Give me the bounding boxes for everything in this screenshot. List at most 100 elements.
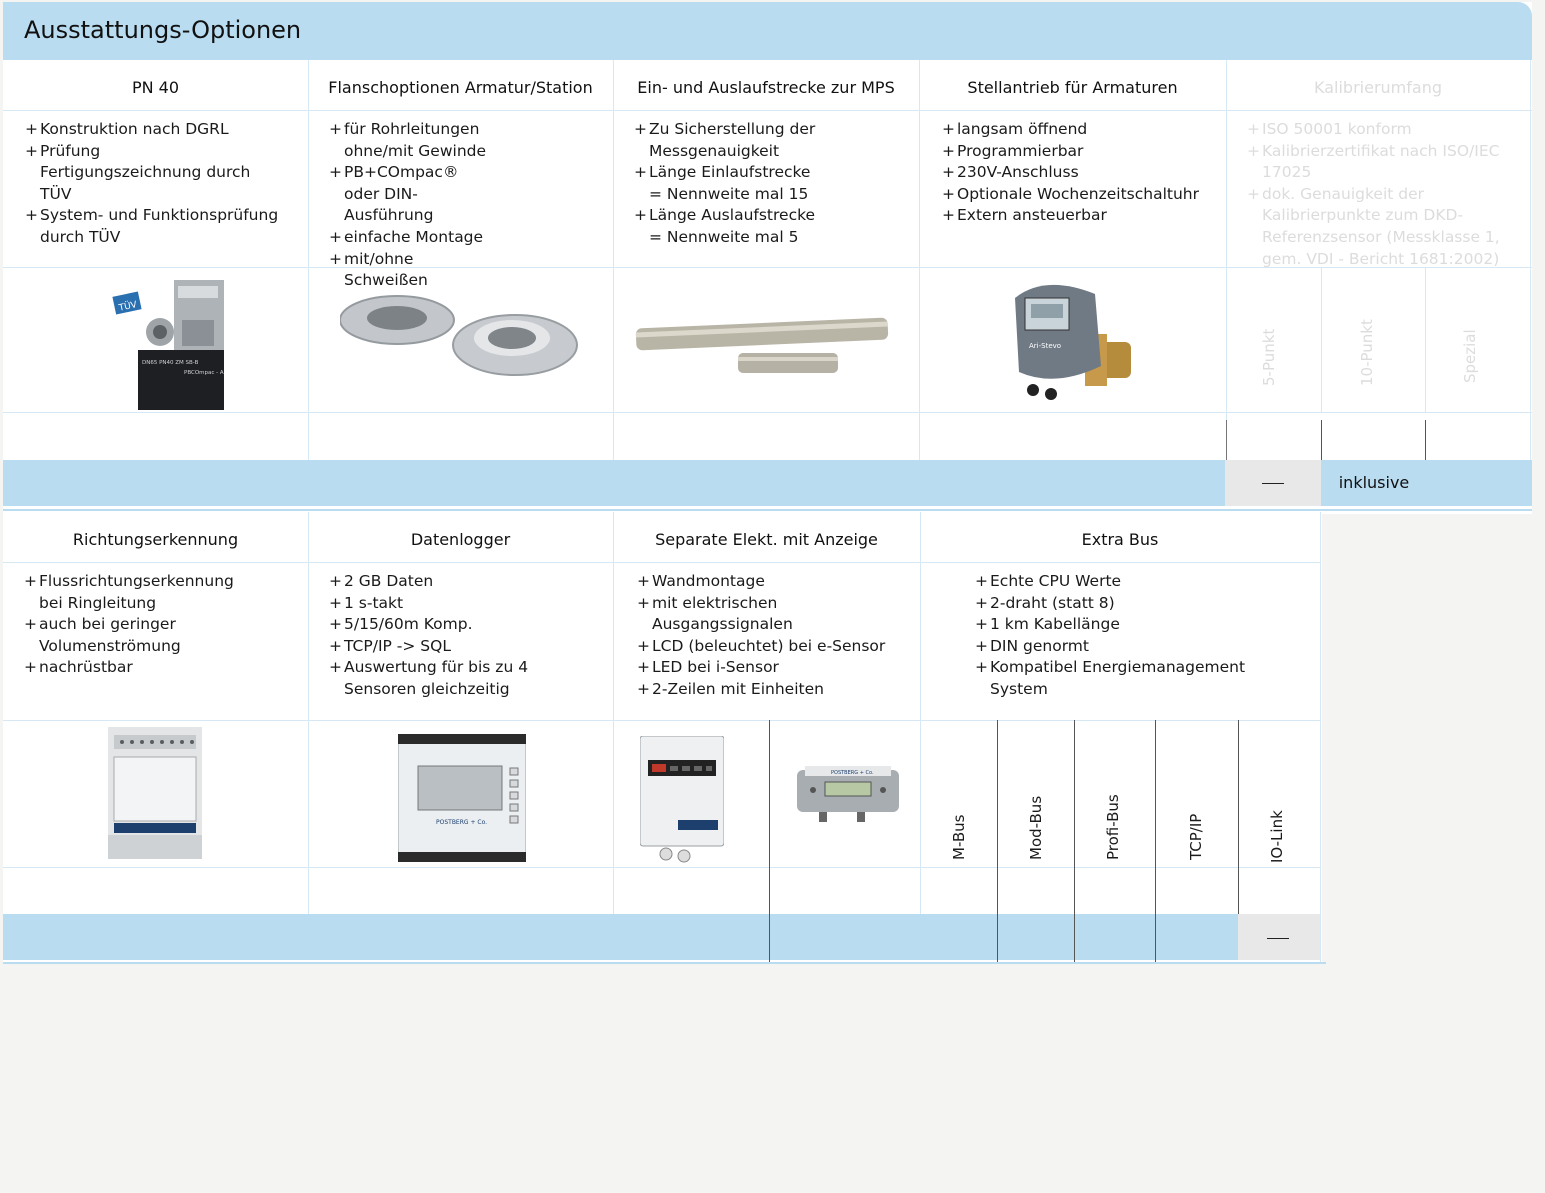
list-item: Länge Auslaufstrecke = Nennweite mal 5 (634, 205, 824, 248)
grid-line (997, 914, 998, 962)
display-brand: POSTBERG + Co. (831, 770, 874, 776)
list-item: 5/15/60m Komp. (329, 614, 599, 636)
grid-line (613, 60, 614, 460)
bullets-pn40: Konstruktion nach DGRL Prüfung Fertigung… (25, 119, 295, 249)
pn40-label-line2: PBCOmpac - A (184, 370, 224, 376)
list-item: 2-Zeilen mit Einheiten (637, 679, 897, 701)
flange-image (340, 295, 578, 376)
header-separate-elektronik: Separate Elekt. mit Anzeige (655, 530, 878, 549)
list-item: Programmierbar (942, 141, 1212, 163)
list-item: Wandmontage (637, 571, 897, 593)
list-item: TCP/IP -> SQL (329, 636, 599, 658)
bullets-flanschoptionen: für Rohrleitungen ohne/mit Gewinde PB+CO… (329, 119, 489, 292)
grid-line (1530, 60, 1531, 460)
price-band-bottom (3, 914, 1320, 960)
kalibrier-5-punkt-dash (1262, 483, 1284, 484)
bullets-kalibrierumfang: ISO 50001 konform Kalibrierzertifikat na… (1247, 119, 1509, 270)
page-title: Ausstattungs-Optionen (24, 16, 302, 44)
datalogger-image: POSTBERG + Co. (398, 734, 526, 862)
io-link-value-cell (1238, 914, 1320, 960)
list-item: 230V-Anschluss (942, 162, 1212, 184)
bus-option-mod-bus: Mod-Bus (1027, 795, 1045, 860)
grid-line (3, 110, 1532, 111)
grid-line (1074, 914, 1075, 962)
grid-line (919, 60, 920, 460)
bullets-datenlogger: 2 GB Daten 1 s-takt 5/15/60m Komp. TCP/I… (329, 571, 599, 701)
io-link-dash (1267, 938, 1289, 939)
header-stellantrieb: Stellantrieb für Armaturen (967, 78, 1178, 97)
kalibrier-option-spezial: Spezial (1461, 329, 1479, 383)
list-item: Flussrichtungserkennung bei Ringleitung (24, 571, 239, 614)
grid-line (1321, 267, 1322, 413)
grid-line (308, 512, 309, 914)
list-item: für Rohrleitungen ohne/mit Gewinde (329, 119, 489, 162)
grid-line (613, 512, 614, 914)
grid-line (1320, 512, 1321, 962)
list-item: Echte CPU Werte (975, 571, 1305, 593)
header-flanschoptionen: Flanschoptionen Armatur/Station (328, 78, 593, 97)
list-item: System- und Funktionsprüfung durch TÜV (25, 205, 295, 248)
list-item: dok. Genauigkeit der Kalibrierpunkte zum… (1247, 184, 1502, 270)
grid-line (769, 914, 770, 962)
grid-line (3, 867, 1320, 868)
list-item: Länge Einlaufstrecke = Nennweite mal 15 (634, 162, 824, 205)
header-einlaufstrecke: Ein- und Auslaufstrecke zur MPS (637, 78, 895, 97)
list-item: Optionale Wochenzeitschaltuhr (942, 184, 1212, 206)
grid-line (3, 720, 1320, 721)
bullets-einlaufstrecke: Zu Sicherstellung der Messgenauigkeit Lä… (634, 119, 824, 249)
header-datenlogger: Datenlogger (410, 530, 511, 549)
header-pn40: PN 40 (131, 78, 180, 97)
pn40-label-line1: DN65 PN40 ZM SB-B (142, 360, 199, 366)
direction-module-image (108, 727, 202, 859)
list-item: PB+COmpac® oder DIN-Ausführung (329, 162, 489, 227)
grid-line (920, 512, 921, 914)
grid-line (308, 60, 309, 460)
grid-line (1425, 267, 1426, 413)
pn40-meter-image: TÜV DN65 PN40 ZM SB-B PBCOmpac - A (112, 280, 224, 410)
band-underline (3, 962, 1326, 964)
list-item: Konstruktion nach DGRL (25, 119, 295, 141)
list-item: ISO 50001 konform (1247, 119, 1509, 141)
pipe-image (635, 317, 889, 373)
bus-option-io-link: IO-Link (1268, 810, 1286, 863)
list-item: langsam öffnend (942, 119, 1212, 141)
list-item: Extern ansteuerbar (942, 205, 1212, 227)
list-item: einfache Montage (329, 227, 489, 249)
grid-line (1226, 60, 1227, 460)
list-item: mit elektrischen Ausgangssignalen (637, 593, 867, 636)
list-item: DIN genormt (975, 636, 1305, 658)
list-item: Kompatibel Energiemanagement System (975, 657, 1305, 700)
header-extra-bus: Extra Bus (1081, 530, 1159, 549)
actuator-image: Ari-Stevo (1015, 284, 1131, 400)
list-item: Prüfung Fertigungszeichnung durch TÜV (25, 141, 255, 206)
grid-line (1155, 914, 1156, 962)
band-underline (3, 509, 1532, 511)
bullets-extra-bus: Echte CPU Werte 2-draht (statt 8) 1 km K… (975, 571, 1305, 701)
bus-option-tcp-ip: TCP/IP (1187, 813, 1205, 860)
kalibrier-10-punkt-value: inklusive (1338, 473, 1410, 492)
bullets-separate-elektronik: Wandmontage mit elektrischen Ausgangssig… (637, 571, 897, 701)
sensor-electronics-image: POSTBERG + Co. (797, 766, 899, 822)
list-item: Auswertung für bis zu 4 Sensoren gleichz… (329, 657, 599, 700)
bullets-stellantrieb: langsam öffnend Programmierbar 230V-Ansc… (942, 119, 1212, 227)
list-item: auch bei geringer Volumenströmung (24, 614, 292, 657)
list-item: 1 km Kabellänge (975, 614, 1305, 636)
datalogger-brand: POSTBERG + Co. (436, 819, 487, 826)
list-item: 2-draht (statt 8) (975, 593, 1305, 615)
header-richtungserkennung: Richtungserkennung (72, 530, 239, 549)
kalibrier-option-10-punkt: 10-Punkt (1358, 319, 1376, 386)
list-item: LED bei i-Sensor (637, 657, 897, 679)
bullets-richtungserkennung: Flussrichtungserkennung bei Ringleitung … (24, 571, 292, 679)
list-item: 1 s-takt (329, 593, 599, 615)
header-kalibrierumfang: Kalibrierumfang (1314, 78, 1442, 97)
grid-line (1226, 420, 1227, 460)
list-item: 2 GB Daten (329, 571, 599, 593)
grid-line (1238, 720, 1239, 914)
grid-line (3, 562, 1320, 563)
grid-line (3, 412, 1532, 413)
actuator-brand: Ari-Stevo (1029, 342, 1061, 350)
grid-line (1321, 420, 1322, 460)
bus-option-profi-bus: Profi-Bus (1104, 794, 1122, 860)
list-item: LCD (beleuchtet) bei e-Sensor (637, 636, 897, 658)
bus-option-m-bus: M-Bus (950, 814, 968, 860)
